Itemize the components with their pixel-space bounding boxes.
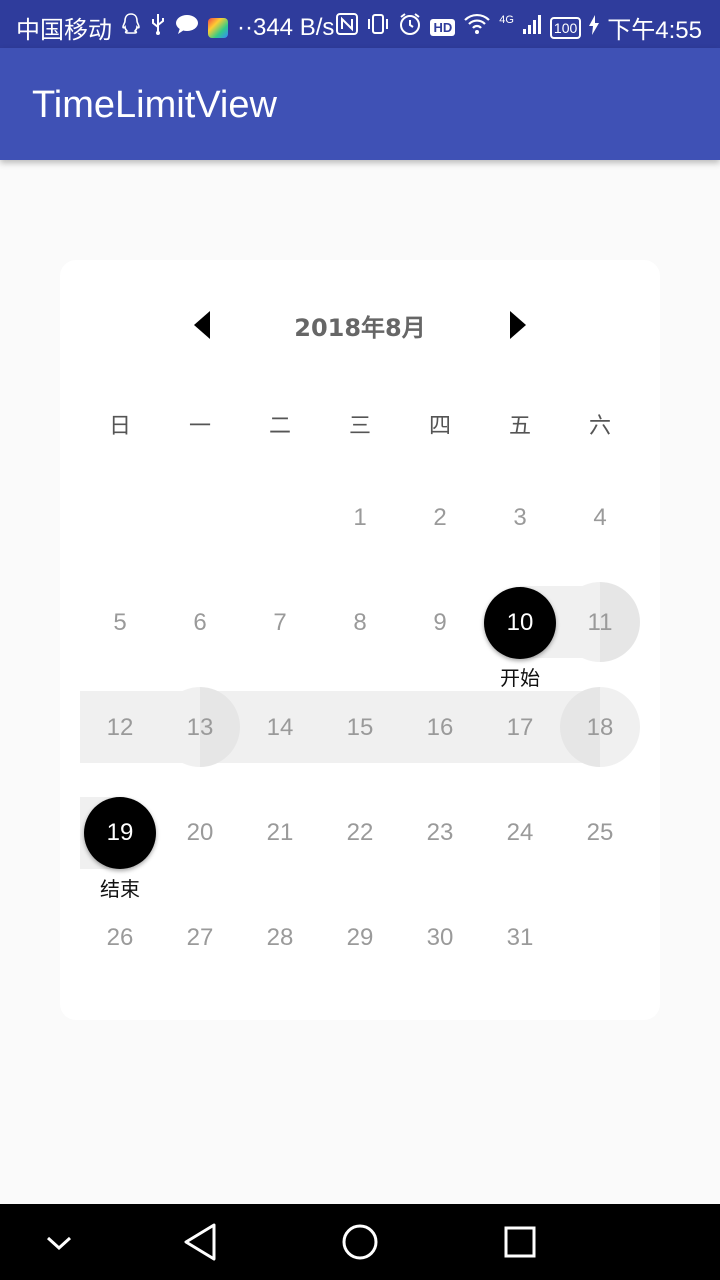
recents-square-icon — [504, 1226, 536, 1258]
calendar-day[interactable]: 1 — [320, 498, 400, 538]
calendar-day[interactable]: 14 — [240, 708, 320, 748]
calendar-day[interactable]: 17 — [480, 708, 560, 748]
usb-icon — [150, 13, 166, 42]
calendar-day[interactable]: 31 — [480, 918, 560, 958]
clock: 下午4:55 — [607, 17, 702, 44]
network-type: 4G — [499, 13, 514, 26]
calendar-day[interactable]: 27 — [160, 918, 240, 958]
range-end-label: 结束 — [100, 877, 140, 901]
calendar-day[interactable]: 26 — [80, 918, 160, 958]
weekday-label: 三 — [348, 414, 371, 439]
calendar-day-range-end[interactable]: 19 — [80, 813, 160, 853]
caret-right-icon — [510, 311, 526, 339]
calendar-day[interactable]: 15 — [320, 708, 400, 748]
hd-badge: HD — [430, 19, 456, 36]
status-bar: 中国移动 ··344 B/s HD 4G 100 下午4:55 — [0, 0, 720, 48]
calendar-day[interactable]: 18 — [560, 708, 640, 748]
wifi-icon — [463, 13, 491, 42]
calendar-day[interactable]: 7 — [240, 603, 320, 643]
signal-icon — [522, 13, 542, 42]
calendar-day-range-start[interactable]: 10 — [480, 603, 560, 643]
calendar-day[interactable]: 30 — [400, 918, 480, 958]
calendar-day[interactable]: 20 — [160, 813, 240, 853]
calendar-day[interactable]: 5 — [80, 603, 160, 643]
chevron-down-icon — [46, 1236, 72, 1251]
message-icon — [175, 13, 199, 42]
home-button[interactable] — [340, 1222, 380, 1266]
calendar-day[interactable]: 21 — [240, 813, 320, 853]
weekday-label: 五 — [508, 414, 531, 439]
nfc-icon — [336, 13, 359, 42]
calendar-day[interactable]: 22 — [320, 813, 400, 853]
calendar-day[interactable]: 12 — [80, 708, 160, 748]
calendar-day[interactable]: 2 — [400, 498, 480, 538]
calendar-day[interactable]: 24 — [480, 813, 560, 853]
calendar-day[interactable]: 25 — [560, 813, 640, 853]
vibrate-icon — [366, 13, 390, 42]
hide-navbar-button[interactable] — [44, 1228, 74, 1262]
calendar-day[interactable]: 9 — [400, 603, 480, 643]
home-circle-icon — [342, 1224, 378, 1260]
weekday-label: 日 — [108, 414, 131, 439]
calendar-day[interactable]: 11 — [560, 603, 640, 643]
back-triangle-icon — [184, 1223, 216, 1261]
range-start-label: 开始 — [500, 666, 540, 690]
back-button[interactable] — [182, 1222, 218, 1266]
next-month-button[interactable] — [508, 309, 528, 341]
carrier-label: 中国移动 — [16, 17, 112, 44]
calendar-day[interactable]: 3 — [480, 498, 560, 538]
calendar-day[interactable]: 13 — [160, 708, 240, 748]
weekday-label: 二 — [268, 414, 291, 439]
system-navigation-bar — [0, 1204, 720, 1280]
recents-button[interactable] — [502, 1224, 538, 1264]
alarm-icon — [398, 12, 422, 43]
calendar-day[interactable]: 8 — [320, 603, 400, 643]
calendar-day[interactable]: 23 — [400, 813, 480, 853]
weekday-label: 一 — [188, 414, 211, 439]
weekday-label: 六 — [588, 414, 611, 439]
network-speed: ··344 B/s — [237, 13, 335, 41]
calendar-day[interactable]: 16 — [400, 708, 480, 748]
caret-left-icon — [194, 311, 210, 339]
calendar-day[interactable]: 29 — [320, 918, 400, 958]
qq-icon — [121, 13, 141, 42]
charging-icon — [589, 14, 600, 42]
battery-level: 100 — [549, 16, 582, 39]
calendar-day[interactable]: 28 — [240, 918, 320, 958]
weekday-label: 四 — [428, 414, 451, 439]
calendar-day[interactable]: 4 — [560, 498, 640, 538]
calendar-day[interactable]: 6 — [160, 603, 240, 643]
month-title: 2018年8月 — [294, 314, 426, 342]
app-title: TimeLimitView — [32, 84, 277, 126]
app-bar: TimeLimitView — [0, 48, 720, 160]
previous-month-button[interactable] — [192, 309, 212, 341]
app-notification-icon — [208, 17, 228, 38]
